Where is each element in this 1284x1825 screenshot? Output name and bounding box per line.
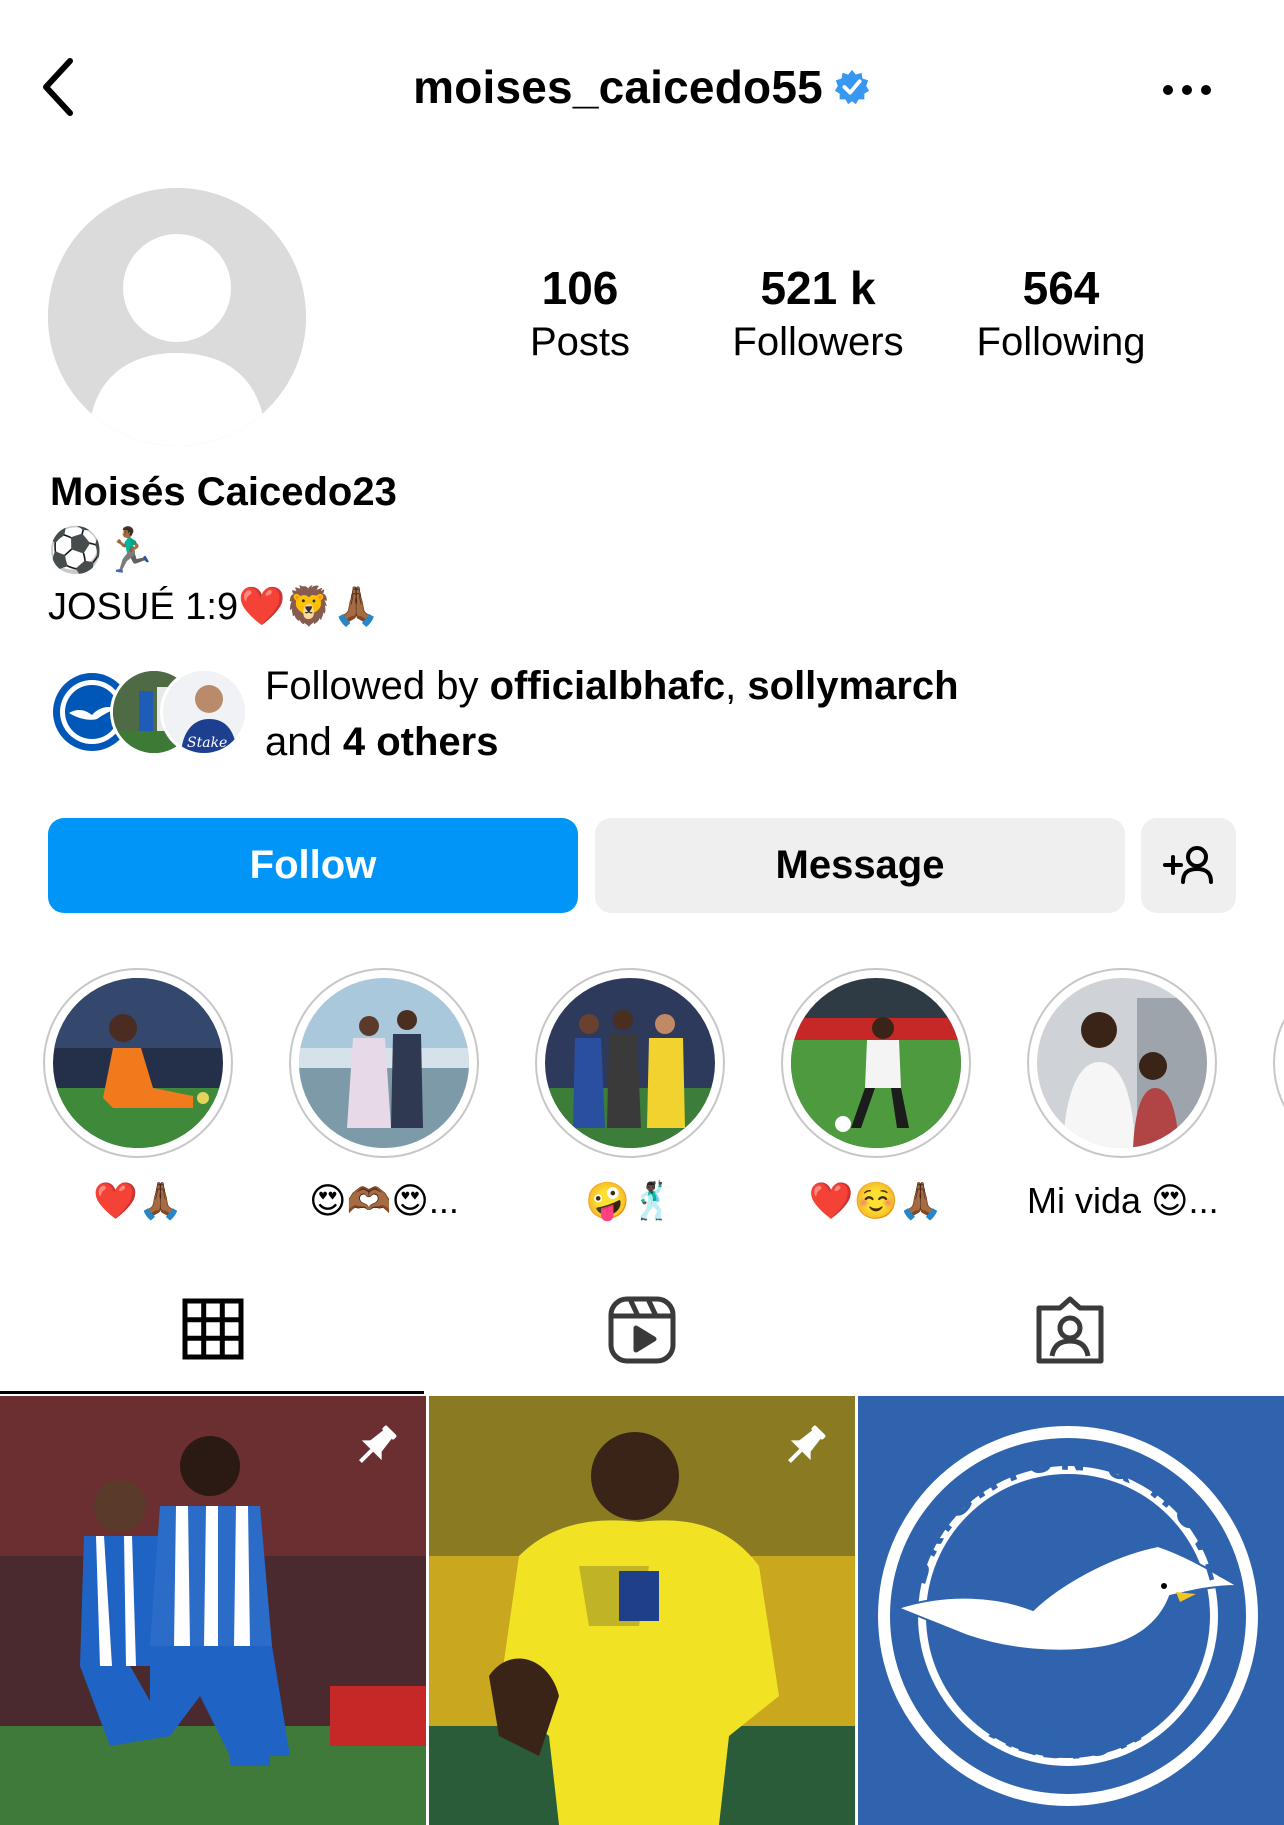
- story-highlight[interactable]: 🤪🕺🏿: [535, 968, 725, 1226]
- post-thumbnail[interactable]: [429, 1396, 855, 1825]
- followers-stat[interactable]: 521 k Followers: [718, 262, 918, 370]
- highlight-cover: [53, 978, 223, 1148]
- more-options-button[interactable]: [1160, 72, 1214, 108]
- highlight-label: Mi vida 😍...: [1027, 1180, 1219, 1221]
- profile-tabs: [0, 1280, 1284, 1394]
- highlight-photo: [791, 978, 961, 1148]
- highlight-ring[interactable]: [43, 968, 233, 1158]
- grid-icon: [182, 1298, 244, 1360]
- reels-icon: [608, 1296, 676, 1364]
- story-highlight[interactable]: Mi vida 😍...: [1027, 968, 1219, 1226]
- story-highlight[interactable]: ❤️🙏🏾: [43, 968, 233, 1226]
- followers-count: 521 k: [760, 262, 876, 314]
- followers-label: Followers: [732, 320, 904, 364]
- profile-avatar[interactable]: [48, 188, 306, 446]
- add-user-icon: [1163, 846, 1213, 884]
- highlight-ring[interactable]: [535, 968, 725, 1158]
- posts-label: Posts: [529, 320, 631, 364]
- highlight-ring[interactable]: [1027, 968, 1217, 1158]
- followed-by-and: and: [265, 720, 343, 764]
- more-horizontal-icon: [1163, 85, 1211, 95]
- tab-posts-grid[interactable]: [0, 1280, 428, 1394]
- followed-by-user-1[interactable]: officialbhafc: [490, 664, 726, 708]
- highlight-cover: [545, 978, 715, 1148]
- pin-icon: [359, 1425, 397, 1463]
- followed-by-separator: ,: [725, 664, 748, 708]
- profile-username-title: moises_caicedo55: [0, 60, 1284, 114]
- brighton-crest-icon: BRIGHTON & HOVE ALBION: [858, 1396, 1284, 1825]
- highlight-photo: [299, 978, 469, 1148]
- mutual-avatar-3: Stake: [160, 668, 248, 756]
- profile-display-name: Moisés Caicedo23: [50, 470, 397, 514]
- highlight-ring[interactable]: [289, 968, 479, 1158]
- pin-icon: [788, 1425, 826, 1463]
- tab-tagged[interactable]: [856, 1280, 1284, 1394]
- player-photo-icon: Stake: [163, 671, 245, 753]
- message-button[interactable]: Message: [595, 818, 1125, 913]
- highlight-label: 🤪🕺🏿: [585, 1180, 675, 1221]
- following-stat[interactable]: 564 Following: [956, 262, 1166, 370]
- followed-by-others[interactable]: 4 others: [343, 720, 499, 764]
- highlight-photo: [545, 978, 715, 1148]
- story-highlight[interactable]: 😍🫶🏾😍...: [289, 968, 479, 1226]
- posts-count: 106: [541, 262, 619, 314]
- highlight-label: ❤️🙏🏾: [93, 1180, 183, 1221]
- followed-by-text[interactable]: Followed by officialbhafc, sollymarch an…: [265, 658, 1165, 770]
- story-highlight-partial[interactable]: [1273, 968, 1284, 1158]
- highlight-cover: [299, 978, 469, 1148]
- followed-by-user-2[interactable]: sollymarch: [747, 664, 958, 708]
- post-thumbnail[interactable]: [0, 1396, 426, 1825]
- highlight-ring[interactable]: [781, 968, 971, 1158]
- bio-line-1: ⚽🏃🏾‍♂️: [48, 526, 158, 575]
- followed-by-prefix: Followed by: [265, 664, 490, 708]
- highlight-label: ❤️☺️🙏🏾: [808, 1180, 944, 1221]
- highlight-photo: [53, 978, 223, 1148]
- svg-text:Stake: Stake: [187, 735, 227, 751]
- verified-badge-icon: [834, 69, 869, 104]
- mutual-followers-avatars[interactable]: Stake: [48, 668, 248, 758]
- tagged-user-icon: [1036, 1296, 1104, 1364]
- highlight-cover: [1037, 978, 1207, 1148]
- posts-grid: BRIGHTON & HOVE ALBION: [0, 1396, 1284, 1825]
- post-thumbnail[interactable]: BRIGHTON & HOVE ALBION: [858, 1396, 1284, 1825]
- suggested-users-button[interactable]: [1141, 818, 1236, 913]
- bio-line-2: JOSUÉ 1:9❤️🦁🙏🏾: [48, 586, 381, 628]
- tab-reels[interactable]: [428, 1280, 856, 1394]
- follow-button[interactable]: Follow: [48, 818, 578, 913]
- following-label: Following: [976, 320, 1146, 364]
- highlight-ring: [1273, 968, 1284, 1158]
- highlight-photo: [1037, 978, 1207, 1148]
- active-tab-indicator: [0, 1391, 424, 1394]
- posts-stat[interactable]: 106 Posts: [510, 262, 650, 370]
- highlight-cover: [791, 978, 961, 1148]
- profile-header: moises_caicedo55: [0, 0, 1284, 180]
- story-highlight[interactable]: ❤️☺️🙏🏾: [781, 968, 971, 1226]
- username-text: moises_caicedo55: [413, 61, 823, 113]
- default-avatar-icon: [48, 188, 306, 446]
- highlight-label: 😍🫶🏾😍...: [309, 1180, 459, 1221]
- following-count: 564: [1022, 262, 1100, 314]
